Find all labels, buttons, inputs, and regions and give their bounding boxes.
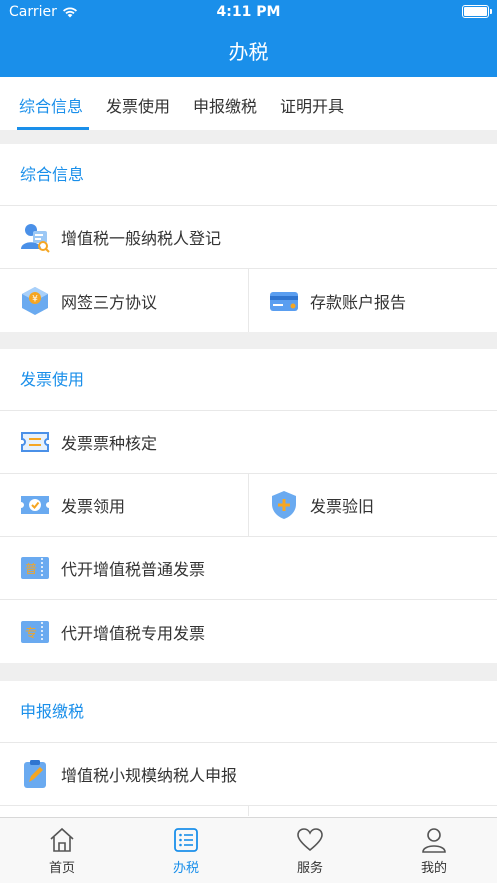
tabbar-label: 办税 [172, 861, 199, 876]
tabbar-label: 我的 [420, 861, 447, 876]
tabbar-mine[interactable]: 我的 [372, 818, 496, 883]
page-title: 办税 [228, 40, 269, 64]
invoice-type-verify-item[interactable]: 发票票种核定 [0, 411, 497, 473]
svg-text:专: 专 [25, 625, 37, 640]
small-scale-declare-item[interactable]: 增值税小规模纳税人申报 [0, 743, 497, 805]
tabbar-label: 首页 [48, 861, 75, 876]
bottom-tab-bar: 首页 办税 服务 我的 [0, 817, 497, 883]
section-title: 申报缴税 [0, 681, 497, 743]
item-label: 存款账户报告 [310, 292, 407, 312]
ticket-check-icon [21, 496, 49, 514]
list-row: 发票票种核定 [0, 411, 497, 474]
tab-general-info[interactable]: 综合信息 [19, 93, 83, 117]
special-invoice-icon: 专 [21, 620, 49, 643]
item-label: 增值税小规模纳税人申报 [61, 766, 238, 785]
item-label: 发票领用 [61, 497, 126, 516]
vat-register-item[interactable]: 增值税一般纳税人登记 [0, 206, 497, 268]
tabbar-label: 服务 [296, 861, 323, 876]
tab-certificate[interactable]: 证明开具 [280, 93, 344, 117]
section-declare-tax: 申报缴税 增值税小规模纳税人申报 [0, 681, 497, 817]
active-tab-indicator [17, 127, 89, 130]
heart-icon [297, 828, 323, 852]
item-label: 发票票种核定 [61, 434, 158, 453]
item-label: 代开增值税普通发票 [61, 560, 206, 579]
item-label: 代开增值税专用发票 [61, 623, 206, 643]
next-row-peek [0, 806, 497, 816]
tabbar-home[interactable]: 首页 [0, 818, 124, 883]
ticket-icon [21, 432, 49, 452]
shield-plus-icon [272, 491, 296, 519]
home-icon [50, 827, 74, 852]
battery-icon [462, 5, 492, 18]
person-icon [422, 828, 446, 853]
tab-invoice-use[interactable]: 发票使用 [106, 93, 170, 117]
section-title: 发票使用 [0, 349, 497, 411]
yuan-box-icon: ¥ [22, 286, 48, 315]
tab-declare-tax[interactable]: 申报缴税 [193, 93, 257, 117]
clipboard-edit-icon [24, 760, 46, 788]
list-row: ¥ 网签三方协议 存款账户报告 [0, 269, 497, 332]
section-title: 综合信息 [0, 144, 497, 206]
section-invoice-use: 发票使用 发票票种核定 发票领用 发票验旧 普 代开增值税普通发票 专 代开增值… [0, 349, 497, 663]
list-icon [174, 828, 198, 852]
section-general-info: 综合信息 增值税一般纳税人登记 ¥ 网签三方协议 存款账户报告 [0, 144, 497, 332]
normal-invoice-icon: 普 [21, 557, 49, 579]
invoice-receive-item[interactable]: 发票领用 [0, 474, 248, 536]
tabbar-service[interactable]: 服务 [248, 818, 372, 883]
list-row: 专 代开增值税专用发票 [0, 600, 497, 663]
list-row: 普 代开增值税普通发票 [0, 537, 497, 600]
clock: 4:11 PM [216, 4, 281, 20]
svg-text:¥: ¥ [32, 294, 38, 304]
bank-card-icon [270, 291, 298, 311]
category-tabs: 综合信息 发票使用 申报缴税 证明开具 [0, 77, 497, 130]
taxpayer-register-icon [21, 224, 50, 253]
status-bar: Carrier 4:11 PM [0, 0, 497, 26]
tabbar-tax[interactable]: 办税 [124, 818, 248, 883]
deposit-report-item[interactable]: 存款账户报告 [249, 269, 497, 332]
item-label: 网签三方协议 [61, 292, 158, 312]
list-row: 增值税一般纳税人登记 [0, 206, 497, 269]
invoice-check-old-item[interactable]: 发票验旧 [249, 474, 497, 536]
item-label: 发票验旧 [310, 497, 375, 516]
list-row: 发票领用 发票验旧 [0, 474, 497, 537]
list-row: 增值税小规模纳税人申报 [0, 743, 497, 806]
agent-special-invoice-item[interactable]: 专 代开增值税专用发票 [0, 600, 497, 663]
item-label: 增值税一般纳税人登记 [61, 229, 222, 248]
header: Carrier 4:11 PM 办税 [0, 0, 497, 77]
tripartite-agreement-item[interactable]: ¥ 网签三方协议 [0, 269, 248, 332]
svg-text:普: 普 [25, 562, 37, 576]
agent-normal-invoice-item[interactable]: 普 代开增值税普通发票 [0, 537, 497, 599]
